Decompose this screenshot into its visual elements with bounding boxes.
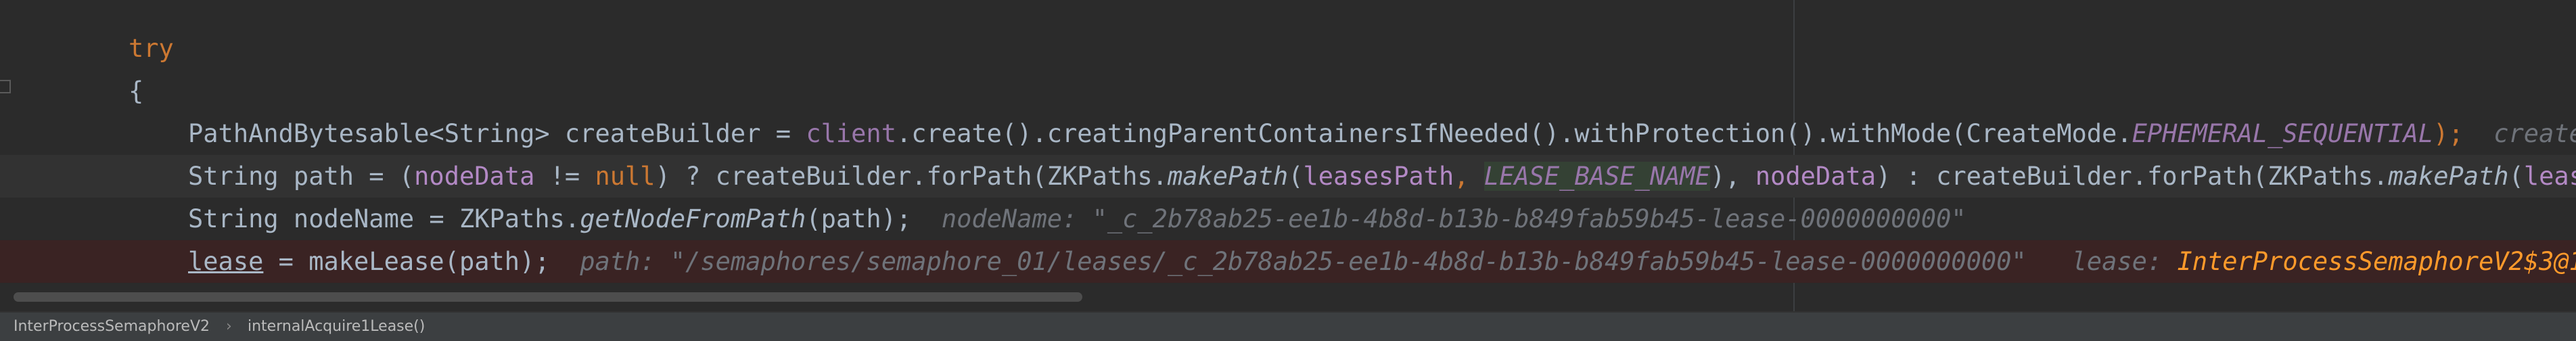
code-token: getNodeFromPath bbox=[580, 204, 806, 233]
code-token: != bbox=[534, 162, 595, 191]
code-token: LEASE_BASE_NAME bbox=[1484, 162, 1710, 191]
code-token: ( bbox=[1288, 162, 1304, 191]
code-line[interactable]: { bbox=[0, 70, 2576, 112]
code-token: nodeData bbox=[1755, 162, 1876, 191]
code-token: makePath bbox=[2388, 162, 2509, 191]
code-token: { bbox=[129, 76, 144, 106]
code-token: nodeData bbox=[414, 162, 535, 191]
code-line-content: try bbox=[129, 27, 174, 70]
code-token: ), bbox=[1709, 162, 1755, 191]
code-token: , bbox=[1454, 162, 1484, 191]
code-line-content: PathAndBytesable<String> createBuilder =… bbox=[188, 112, 2576, 155]
code-token: client bbox=[806, 119, 896, 148]
inline-debug-hint: createB bbox=[2493, 119, 2576, 148]
breadcrumb-item-method[interactable]: internalAcquire1Lease() bbox=[248, 313, 425, 341]
code-token: ( bbox=[2508, 162, 2524, 191]
code-token: .create().creatingParentContainersIfNeed… bbox=[896, 119, 2132, 148]
horizontal-scrollbar[interactable] bbox=[14, 292, 1082, 302]
code-line-content: { bbox=[129, 70, 143, 112]
code-token: String path = ( bbox=[188, 162, 415, 191]
code-line-content: String nodeName = ZKPaths.getNodeFromPat… bbox=[188, 198, 1967, 240]
inline-debug-hint: nodeName: "_c_2b78ab25-ee1b-4b8d-b13b-b8… bbox=[911, 204, 1967, 233]
code-token: String nodeName = ZKPaths. bbox=[188, 204, 580, 233]
code-token: try bbox=[129, 34, 174, 63]
code-token: makePath bbox=[1167, 162, 1289, 191]
breadcrumb: InterProcessSemaphoreV2 › internalAcquir… bbox=[0, 311, 2576, 341]
code-token: lease bbox=[188, 247, 264, 276]
code-line-current[interactable]: String path = (nodeData != null) ? creat… bbox=[0, 155, 2576, 198]
code-line[interactable]: try bbox=[0, 27, 2576, 70]
code-line-content: String path = (nodeData != null) ? creat… bbox=[188, 155, 2576, 198]
breadcrumb-separator-icon: › bbox=[226, 318, 232, 335]
code-token: null bbox=[595, 162, 656, 191]
code-token: ) ? createBuilder.forPath(ZKPaths. bbox=[655, 162, 1168, 191]
inline-debug-hint: InterProcessSemaphoreV2$3@14 bbox=[2177, 247, 2576, 276]
code-token: lease bbox=[2523, 162, 2576, 191]
code-line[interactable]: String nodeName = ZKPaths.getNodeFromPat… bbox=[0, 198, 2576, 240]
code-token: leasesPath bbox=[1303, 162, 1454, 191]
code-line[interactable]: PathAndBytesable<String> createBuilder =… bbox=[0, 112, 2576, 155]
code-line-content: lease = makeLease(path); path: "/semapho… bbox=[188, 240, 2576, 283]
inline-debug-hint: path: "/semaphores/semaphore_01/leases/_… bbox=[549, 247, 2027, 276]
code-token: ); bbox=[2433, 119, 2464, 148]
code-token: PathAndBytesable<String> createBuilder = bbox=[188, 119, 806, 148]
code-token: = makeLease(path); bbox=[263, 247, 550, 276]
code-token: ) : createBuilder.forPath(ZKPaths. bbox=[1875, 162, 2389, 191]
code-token: EPHEMERAL_SEQUENTIAL bbox=[2132, 119, 2434, 148]
code-editor[interactable]: try { PathAndBytesable<String> createBui… bbox=[0, 0, 2576, 311]
inline-debug-hint: lease: bbox=[2026, 247, 2178, 276]
code-token: (path); bbox=[806, 204, 912, 233]
code-line-breakpoint[interactable]: lease = makeLease(path); path: "/semapho… bbox=[0, 240, 2576, 283]
breadcrumb-item-class[interactable]: InterProcessSemaphoreV2 bbox=[14, 313, 210, 341]
